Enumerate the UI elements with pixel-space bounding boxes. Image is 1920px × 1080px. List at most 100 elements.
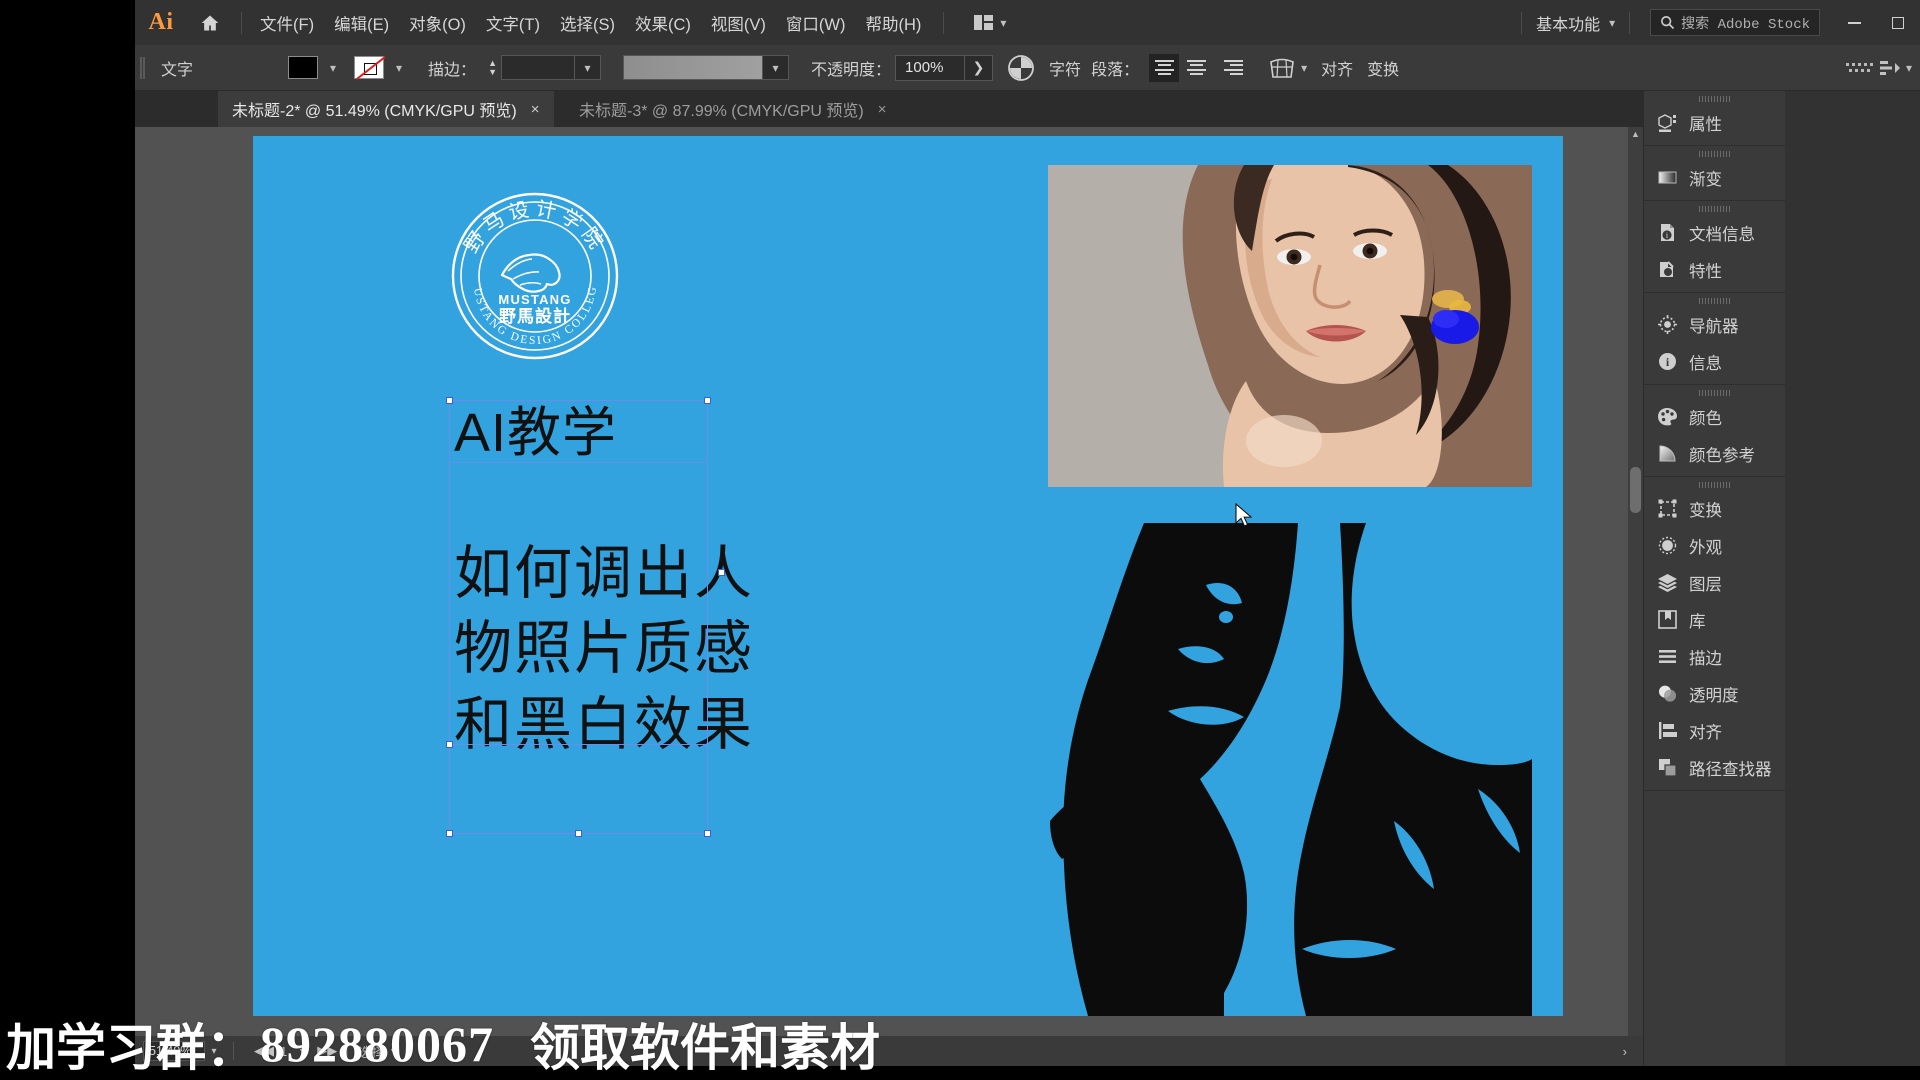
portrait-image-bw[interactable] [1048, 521, 1532, 1016]
caption-qq-number: 892880067 [260, 1016, 494, 1072]
selection-handle-mr[interactable] [718, 569, 725, 576]
workspace-switcher[interactable]: 基本功能 ▾ [1530, 7, 1621, 39]
dock-group-grip[interactable] [1698, 390, 1731, 396]
dock-group-docinfo: i 文档信息 特性 [1644, 206, 1785, 293]
attributes-icon [1657, 259, 1678, 280]
menu-effect[interactable]: 效果(C) [625, 5, 701, 41]
scroll-up-icon[interactable]: ▲ [1628, 127, 1643, 141]
dock-item-color-guide[interactable]: 颜色参考 [1644, 435, 1785, 472]
app-logo: Ai [148, 9, 174, 35]
home-icon[interactable] [187, 0, 233, 45]
dock-label: 外观 [1689, 538, 1722, 557]
dock-item-pathfinder[interactable]: 路径查找器 [1644, 749, 1785, 786]
dock-item-layers[interactable]: 图层 [1644, 564, 1785, 601]
opacity-options-arrow[interactable]: ❯ [965, 54, 994, 81]
canvas-text-title[interactable]: AI教学 [454, 406, 617, 460]
search-input[interactable]: 搜索 Adobe Stock [1681, 13, 1810, 33]
selection-handle-bottom-l[interactable] [446, 830, 453, 837]
recolor-artwork-icon[interactable] [1007, 54, 1035, 82]
stroke-swatch[interactable] [354, 56, 385, 79]
menu-file[interactable]: 文件(F) [250, 5, 324, 41]
artboard[interactable]: 野马设计学院 MUSTANG DESIGN COLLEGE MUSTANG 野馬… [253, 136, 1563, 1016]
close-icon[interactable]: × [531, 101, 540, 118]
document-tab-inactive[interactable]: 未标题-3* @ 87.99% (CMYK/GPU 预览) × [565, 91, 901, 127]
dock-item-stroke[interactable]: 描边 [1644, 638, 1785, 675]
dock-item-info[interactable]: i 信息 [1644, 343, 1785, 380]
envelope-distort-button[interactable]: ▾ [1255, 57, 1307, 79]
menu-view[interactable]: 视图(V) [701, 5, 776, 41]
more-options-icon[interactable] [1846, 54, 1874, 82]
panel-menu-icon[interactable] [1876, 54, 1904, 82]
fill-swatch[interactable] [288, 56, 319, 79]
maximize-button[interactable] [1876, 0, 1920, 45]
menu-window[interactable]: 窗口(W) [776, 5, 856, 41]
align-center-icon[interactable] [1181, 53, 1212, 82]
align-panel-link[interactable]: 对齐 [1321, 56, 1353, 80]
canvas-text-body[interactable]: 如何调出人 物照片质感 和黑白效果 [454, 536, 754, 762]
align-icon [1657, 720, 1678, 741]
dock-label: 特性 [1689, 262, 1722, 281]
stroke-dropdown-arrow[interactable]: ▾ [386, 56, 412, 79]
close-icon[interactable]: × [878, 101, 887, 118]
minimize-button[interactable] [1832, 0, 1876, 45]
menu-divider-2 [943, 11, 945, 34]
gradient-dropdown[interactable]: ▾ [763, 55, 790, 80]
dock-item-navigator[interactable]: 导航器 [1644, 306, 1785, 343]
dock-item-document-info[interactable]: i 文档信息 [1644, 214, 1785, 251]
menu-help[interactable]: 帮助(H) [855, 5, 931, 41]
dock-group-grip[interactable] [1698, 96, 1731, 102]
arrange-documents-button[interactable]: ▾ [966, 11, 1014, 34]
control-bar-grip[interactable] [135, 45, 147, 91]
selection-handle-tr[interactable] [704, 397, 711, 404]
maximize-icon [1892, 16, 1904, 29]
align-left-icon[interactable] [1149, 53, 1180, 82]
selection-handle-tl[interactable] [446, 397, 453, 404]
dock-group-grip[interactable] [1698, 151, 1731, 157]
dock-item-gradient[interactable]: 渐变 [1644, 159, 1785, 196]
align-right-icon[interactable] [1213, 53, 1244, 82]
dock-group-grip[interactable] [1698, 482, 1731, 488]
menu-type[interactable]: 文字(T) [476, 5, 550, 41]
dock-item-libraries[interactable]: 库 [1644, 601, 1785, 638]
vertical-scrollbar[interactable]: ▲ ▼ [1628, 127, 1643, 1066]
opacity-input[interactable]: 100% [895, 54, 966, 81]
stroke-icon [1657, 646, 1678, 667]
chevron-down-icon: ▾ [1000, 15, 1007, 30]
transform-panel-link[interactable]: 变换 [1367, 56, 1399, 80]
fill-color-control[interactable]: ▾ [288, 56, 346, 79]
menu-select[interactable]: 选择(S) [550, 5, 625, 41]
dock-item-transform[interactable]: 变换 [1644, 490, 1785, 527]
document-tab-active[interactable]: 未标题-2* @ 51.49% (CMYK/GPU 预览) × [218, 91, 554, 127]
selection-handle-bl[interactable] [446, 741, 453, 748]
dock-item-attributes[interactable]: 特性 [1644, 251, 1785, 288]
menu-edit[interactable]: 编辑(E) [324, 5, 399, 41]
dock-item-properties[interactable]: 属性 [1644, 104, 1785, 141]
stroke-weight-input[interactable] [501, 55, 576, 80]
menu-object[interactable]: 对象(O) [399, 5, 476, 41]
dock-item-color[interactable]: 颜色 [1644, 398, 1785, 435]
dock-group-grip[interactable] [1698, 206, 1731, 212]
character-panel-link[interactable]: 字符 [1049, 56, 1081, 80]
dock-group-grip[interactable] [1698, 298, 1731, 304]
dock-group-gradient: 渐变 [1644, 151, 1785, 201]
dock-label: 对齐 [1689, 723, 1722, 742]
vertical-scroll-thumb[interactable] [1630, 467, 1641, 513]
dock-item-appearance[interactable]: 外观 [1644, 527, 1785, 564]
search-adobe-stock[interactable]: 搜索 Adobe Stock [1650, 9, 1820, 36]
paragraph-panel-link[interactable]: 段落： [1091, 56, 1139, 80]
window-controls [1832, 0, 1920, 45]
stroke-color-control[interactable]: ▾ [354, 56, 412, 79]
stroke-weight-dropdown[interactable]: ▾ [575, 55, 602, 80]
selection-handle-bottom-c[interactable] [575, 830, 582, 837]
portrait-image-color[interactable] [1048, 165, 1532, 487]
dock-item-transparency[interactable]: 透明度 [1644, 675, 1785, 712]
stroke-weight-stepper[interactable]: ▲ ▼ [484, 53, 501, 83]
canvas-area[interactable]: 野马设计学院 MUSTANG DESIGN COLLEGE MUSTANG 野馬… [135, 127, 1643, 1066]
transparency-icon [1657, 683, 1678, 704]
dock-item-align[interactable]: 对齐 [1644, 712, 1785, 749]
color-guide-icon [1657, 443, 1678, 464]
fill-dropdown-arrow[interactable]: ▾ [320, 56, 346, 79]
gradient-preview[interactable] [623, 55, 764, 80]
document-tab-bar: 未标题-2* @ 51.49% (CMYK/GPU 预览) × 未标题-3* @… [135, 91, 1643, 127]
selection-handle-bottom-r[interactable] [704, 830, 711, 837]
